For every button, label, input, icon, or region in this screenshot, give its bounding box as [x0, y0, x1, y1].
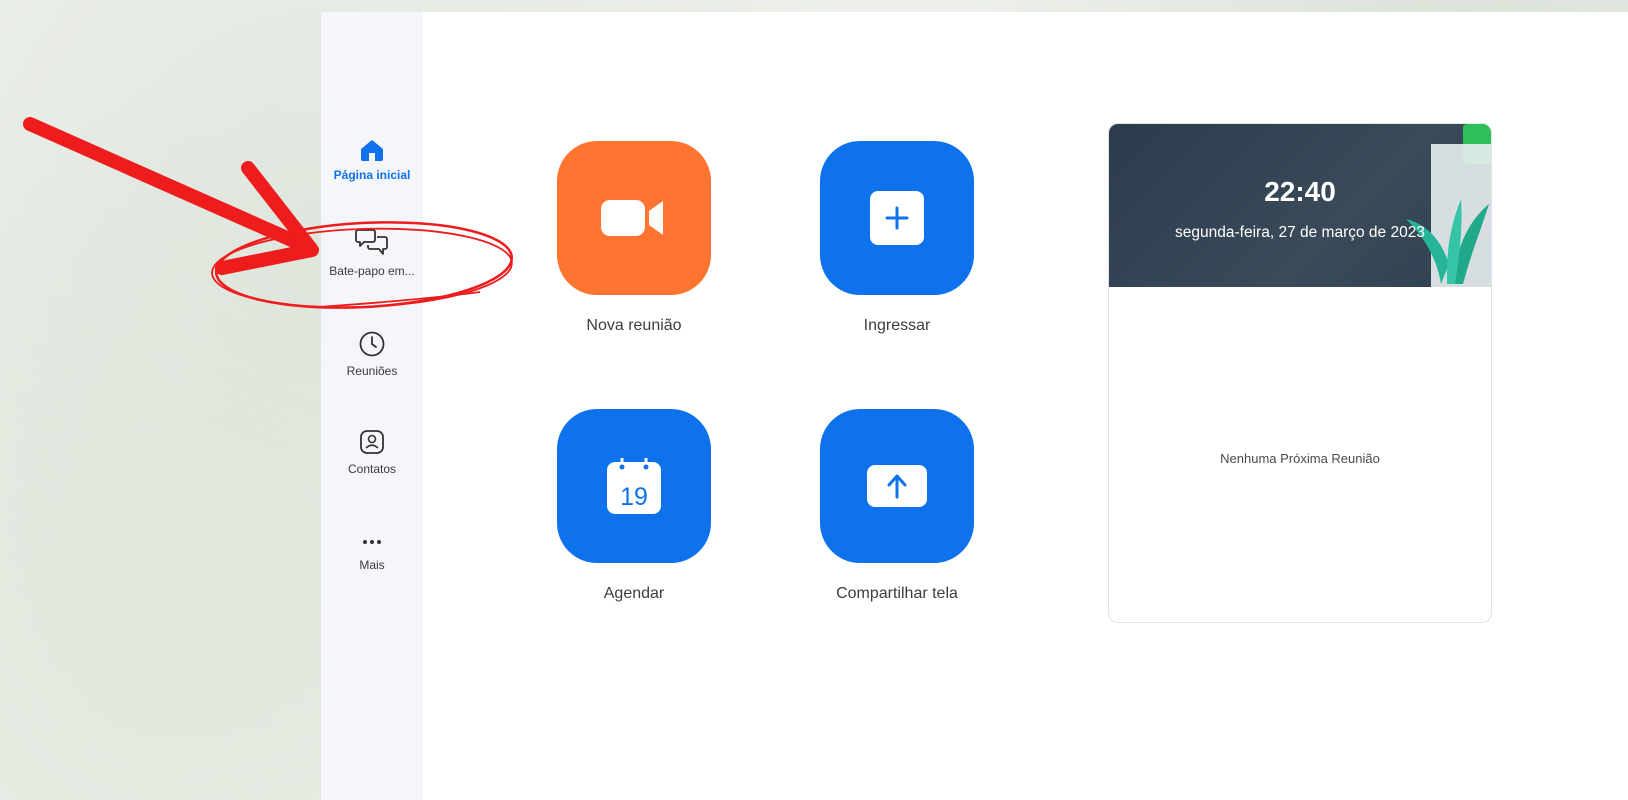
- no-upcoming-meetings-text: Nenhuma Próxima Reunião: [1220, 451, 1380, 466]
- current-time: 22:40: [1264, 176, 1336, 207]
- join-tile[interactable]: [820, 141, 974, 295]
- upcoming-meetings-card: 22:40 segunda-feira, 27 de março de 2023…: [1108, 123, 1492, 623]
- sidebar-item-home[interactable]: Página inicial: [321, 138, 423, 182]
- sidebar-item-contacts[interactable]: Contatos: [321, 428, 423, 476]
- join-button[interactable]: Ingressar: [820, 141, 974, 335]
- schedule-tile[interactable]: 19: [557, 409, 711, 563]
- sidebar-item-chat[interactable]: Bate-papo em...: [321, 226, 423, 278]
- share-screen-button[interactable]: Compartilhar tela: [820, 409, 974, 603]
- plus-icon: [870, 191, 924, 245]
- share-screen-tile[interactable]: [820, 409, 974, 563]
- card-header: 22:40 segunda-feira, 27 de março de 2023: [1109, 124, 1491, 287]
- join-label: Ingressar: [863, 317, 931, 334]
- schedule-label: Agendar: [603, 585, 665, 602]
- sidebar-item-more[interactable]: Mais: [321, 532, 423, 572]
- contact-card-icon: [360, 430, 384, 454]
- new-meeting-tile[interactable]: [557, 141, 711, 295]
- new-meeting-label: Nova reunião: [586, 317, 682, 334]
- calendar-day: 19: [620, 483, 648, 511]
- calendar-icon: 19: [607, 458, 661, 514]
- more-dots-icon: [363, 540, 381, 544]
- sidebar-item-label: Reuniões: [346, 364, 398, 378]
- sidebar: Página inicial Bate-papo em... Reuniões …: [321, 12, 423, 800]
- sidebar-item-meetings[interactable]: Reuniões: [321, 330, 423, 378]
- chat-bubbles-icon: [355, 229, 388, 255]
- share-up-arrow-icon: [867, 465, 927, 507]
- share-screen-label: Compartilhar tela: [836, 585, 958, 602]
- sidebar-item-label: Página inicial: [333, 168, 411, 182]
- sidebar-item-label: Bate-papo em...: [329, 264, 415, 278]
- sidebar-item-label: Contatos: [347, 462, 397, 476]
- sidebar-item-label: Mais: [359, 558, 385, 572]
- home-icon: [361, 140, 383, 161]
- video-camera-icon: [601, 200, 663, 236]
- new-meeting-button[interactable]: Nova reunião: [557, 141, 711, 335]
- current-date: segunda-feira, 27 de março de 2023: [1175, 224, 1425, 241]
- clock-icon: [359, 331, 385, 357]
- schedule-button[interactable]: 19 Agendar: [557, 409, 711, 603]
- app-window: Página inicial Bate-papo em... Reuniões …: [321, 12, 1628, 800]
